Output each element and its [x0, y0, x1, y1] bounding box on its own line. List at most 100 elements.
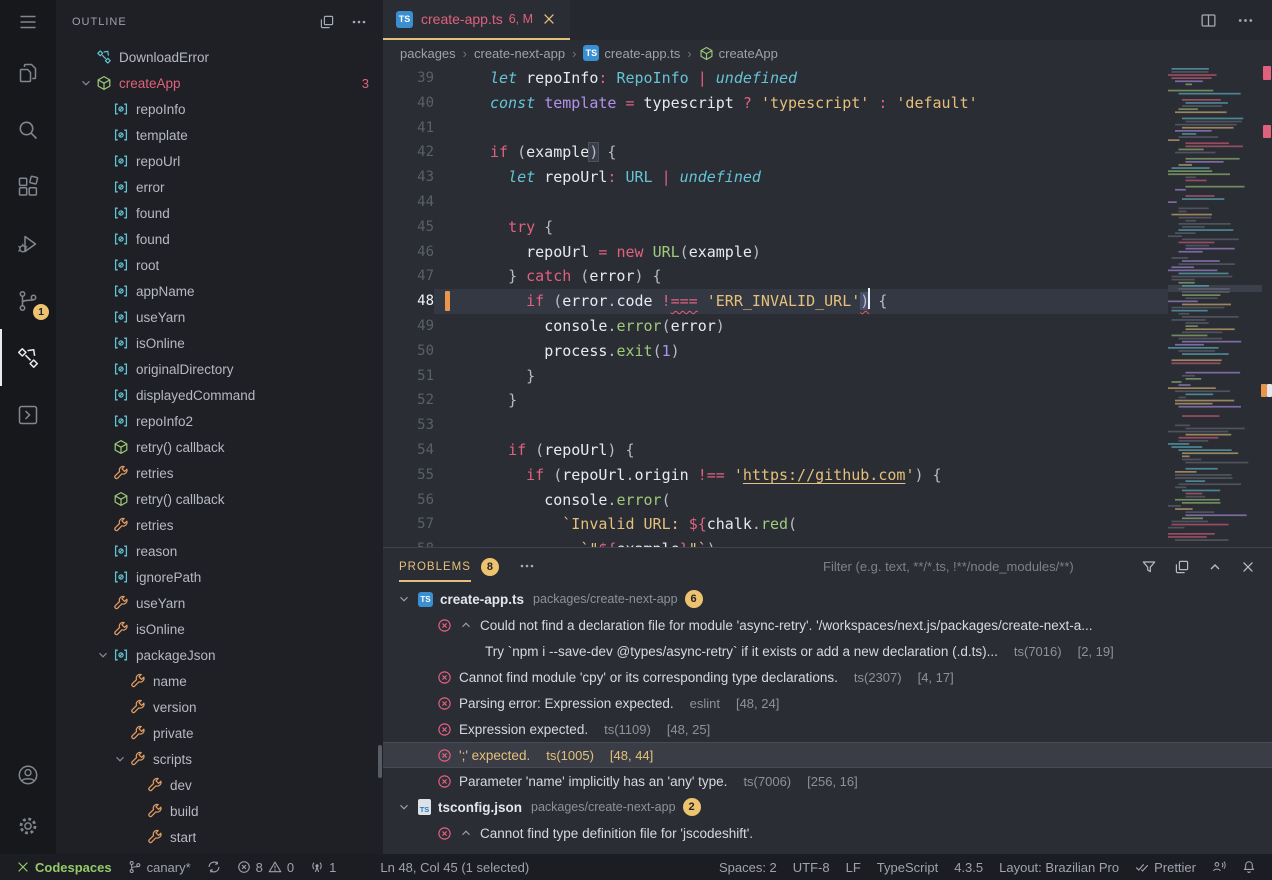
outline-item[interactable]: appName: [56, 278, 383, 304]
chevron-down-icon[interactable]: [96, 648, 113, 662]
filter-icon[interactable]: [1141, 559, 1157, 575]
status-canary-[interactable]: canary*: [120, 854, 199, 880]
activity-debug[interactable]: [0, 215, 56, 272]
outline-item[interactable]: found: [56, 226, 383, 252]
outline-item[interactable]: error: [56, 174, 383, 200]
chevron-up-icon[interactable]: [459, 826, 473, 840]
outline-item[interactable]: DownloadError: [56, 44, 383, 70]
outline-item[interactable]: ignorePath: [56, 564, 383, 590]
breadcrumb-item[interactable]: packages: [400, 46, 456, 61]
code-line[interactable]: 49 console.error(error): [383, 314, 1272, 339]
outline-item[interactable]: retries: [56, 512, 383, 538]
problems-file-row[interactable]: TStsconfig.jsonpackages/create-next-app2: [383, 794, 1272, 820]
problem-row[interactable]: Cannot find module 'cpy' or its correspo…: [383, 664, 1272, 690]
outline-item[interactable]: repoInfo2: [56, 408, 383, 434]
outline-item[interactable]: useYarn: [56, 304, 383, 330]
code-line[interactable]: 50 process.exit(1): [383, 339, 1272, 364]
activity-extensions[interactable]: [0, 158, 56, 215]
collapse-all-icon[interactable]: [1174, 559, 1190, 575]
code-line[interactable]: 53: [383, 413, 1272, 438]
outline-item[interactable]: useYarn: [56, 590, 383, 616]
outline-item[interactable]: scripts: [56, 746, 383, 772]
activity-symbols[interactable]: [0, 329, 56, 386]
code-line[interactable]: 41: [383, 116, 1272, 141]
status-sync[interactable]: [199, 854, 229, 880]
breadcrumb-item[interactable]: TScreate-app.ts: [583, 45, 680, 61]
outline-item[interactable]: reason: [56, 538, 383, 564]
code-line[interactable]: 56 console.error(: [383, 488, 1272, 513]
outline-item[interactable]: originalDirectory: [56, 356, 383, 382]
chevron-down-icon[interactable]: [79, 76, 96, 90]
code-line[interactable]: 52 }: [383, 388, 1272, 413]
outline-item[interactable]: createApp3: [56, 70, 383, 96]
activity-files[interactable]: [0, 44, 56, 101]
code-line[interactable]: 54 if (repoUrl) {: [383, 438, 1272, 463]
outline-item[interactable]: displayedCommand: [56, 382, 383, 408]
outline-item[interactable]: packageJson: [56, 642, 383, 668]
status-ln-48-col-45-1-selected-[interactable]: Ln 48, Col 45 (1 selected): [372, 854, 537, 880]
outline-item[interactable]: isOnline: [56, 330, 383, 356]
status-lf[interactable]: LF: [838, 854, 869, 880]
outline-item[interactable]: private: [56, 720, 383, 746]
problem-row[interactable]: Could not find a declaration file for mo…: [383, 612, 1272, 638]
tab-close-icon[interactable]: [541, 11, 557, 27]
activity-gear[interactable]: [0, 797, 56, 854]
outline-item[interactable]: root: [56, 252, 383, 278]
chevron-up-icon[interactable]: [1207, 559, 1223, 575]
problem-row[interactable]: The file is in the program because:: [383, 846, 1272, 854]
code-line[interactable]: 51 }: [383, 364, 1272, 389]
status-layout-brazilian-pro[interactable]: Layout: Brazilian Pro: [991, 854, 1127, 880]
problem-row[interactable]: Parameter 'name' implicitly has an 'any'…: [383, 768, 1272, 794]
split-editor-icon[interactable]: [1200, 12, 1217, 29]
problem-row[interactable]: Parsing error: Expression expected.eslin…: [383, 690, 1272, 716]
status-8[interactable]: 80: [229, 854, 302, 880]
more-actions-icon[interactable]: [519, 558, 535, 574]
activity-account[interactable]: [0, 753, 56, 797]
chevron-down-icon[interactable]: [397, 592, 411, 606]
code-line[interactable]: 47 } catch (error) {: [383, 264, 1272, 289]
outline-item[interactable]: retries: [56, 460, 383, 486]
outline-item[interactable]: start: [56, 824, 383, 850]
collapse-all-icon[interactable]: [319, 14, 335, 30]
code-line[interactable]: 44: [383, 190, 1272, 215]
outline-item[interactable]: repoInfo: [56, 96, 383, 122]
code-editor[interactable]: 39let repoInfo: RepoInfo | undefined40co…: [383, 66, 1272, 547]
outline-item[interactable]: dev: [56, 772, 383, 798]
problem-row[interactable]: ';' expected.ts(1005)[48, 44]: [383, 742, 1272, 768]
code-line[interactable]: 39let repoInfo: RepoInfo | undefined: [383, 66, 1272, 91]
code-line[interactable]: 58 `"${example}"`): [383, 537, 1272, 547]
more-actions-icon[interactable]: [351, 14, 367, 30]
minimap[interactable]: [1168, 66, 1262, 547]
status-prettier[interactable]: Prettier: [1127, 854, 1204, 880]
tab-problems[interactable]: PROBLEMS: [399, 561, 471, 573]
outline-item[interactable]: version: [56, 694, 383, 720]
code-line[interactable]: 55 if (repoUrl.origin !== 'https://githu…: [383, 463, 1272, 488]
status-feedback[interactable]: [1204, 854, 1234, 880]
activity-menu[interactable]: [0, 0, 56, 44]
code-line[interactable]: 46 repoUrl = new URL(example): [383, 240, 1272, 265]
status-codespaces[interactable]: Codespaces: [8, 854, 120, 880]
status-bell[interactable]: [1234, 854, 1264, 880]
status-4-3-5[interactable]: 4.3.5: [946, 854, 991, 880]
problem-row[interactable]: Cannot find type definition file for 'js…: [383, 820, 1272, 846]
code-line[interactable]: 43 let repoUrl: URL | undefined: [383, 165, 1272, 190]
activity-source-control[interactable]: 1: [0, 272, 56, 329]
breadcrumb-item[interactable]: create-next-app: [474, 46, 565, 61]
status-utf-8[interactable]: UTF-8: [785, 854, 838, 880]
tab-create-app-ts[interactable]: TS create-app.ts 6, M: [383, 0, 570, 40]
chevron-down-icon[interactable]: [397, 800, 411, 814]
chevron-down-icon[interactable]: [113, 752, 130, 766]
close-panel-icon[interactable]: [1240, 559, 1256, 575]
outline-item[interactable]: build: [56, 798, 383, 824]
outline-item[interactable]: template: [56, 122, 383, 148]
more-actions-icon[interactable]: [1237, 12, 1254, 29]
code-line[interactable]: 57 `Invalid URL: ${chalk.red(: [383, 512, 1272, 537]
outline-item[interactable]: retry() callback: [56, 434, 383, 460]
problem-row[interactable]: Expression expected.ts(1109)[48, 25]: [383, 716, 1272, 742]
outline-item[interactable]: name: [56, 668, 383, 694]
code-line[interactable]: 48 if (error.code !=== 'ERR_INVALID_URL'…: [383, 289, 1272, 314]
status-typescript[interactable]: TypeScript: [869, 854, 946, 880]
breadcrumb-item[interactable]: createApp: [699, 46, 778, 61]
problem-row[interactable]: Try `npm i --save-dev @types/async-retry…: [383, 638, 1272, 664]
outline-item[interactable]: isOnline: [56, 616, 383, 642]
